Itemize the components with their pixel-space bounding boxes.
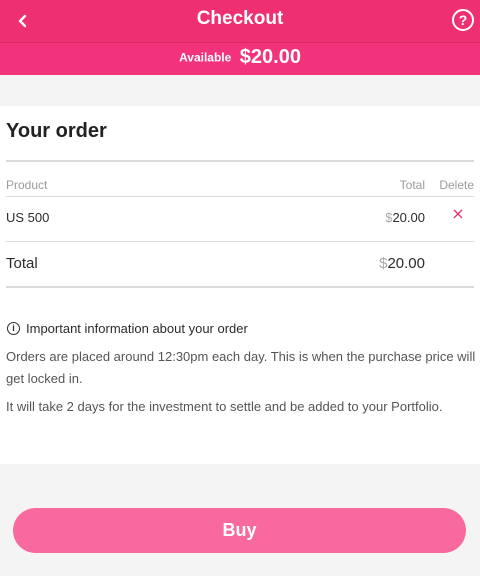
total-amount: $20.00 bbox=[379, 255, 425, 272]
info-heading: i Important information about your order bbox=[7, 321, 248, 336]
available-amount: $20.00 bbox=[239, 46, 301, 68]
column-header-product: Product bbox=[6, 178, 48, 192]
order-title: Your order bbox=[6, 120, 107, 142]
info-paragraph: Orders are placed around 12:30pm each da… bbox=[6, 349, 476, 386]
page-title: Checkout bbox=[196, 8, 284, 29]
close-icon: × bbox=[451, 204, 465, 223]
total-label: Total bbox=[6, 255, 38, 272]
column-header-delete: Delete bbox=[439, 178, 474, 192]
help-icon: ? bbox=[458, 12, 468, 28]
delete-row-button[interactable]: × bbox=[450, 206, 466, 222]
order-card: Your order Product Total Delete US 500 $… bbox=[0, 106, 480, 464]
info-icon: i bbox=[7, 322, 20, 335]
order-row-total: $20.00 bbox=[385, 210, 425, 225]
order-row-total-value: 20.00 bbox=[392, 210, 425, 225]
divider bbox=[6, 196, 474, 197]
buy-button[interactable]: Buy bbox=[13, 508, 466, 553]
divider bbox=[6, 160, 474, 162]
help-button[interactable]: ? bbox=[452, 9, 474, 31]
info-paragraph: It will take 2 days for the investment t… bbox=[6, 399, 443, 414]
available-balance-bar: Available $20.00 bbox=[0, 42, 480, 75]
column-header-total: Total bbox=[399, 178, 425, 192]
divider bbox=[6, 286, 474, 288]
info-heading-text: Important information about your order bbox=[26, 321, 248, 336]
order-row-product: US 500 bbox=[6, 210, 50, 225]
divider bbox=[6, 241, 474, 242]
available-label: Available bbox=[179, 50, 232, 65]
total-value: 20.00 bbox=[387, 255, 425, 272]
top-bar: Checkout ? bbox=[0, 0, 480, 42]
